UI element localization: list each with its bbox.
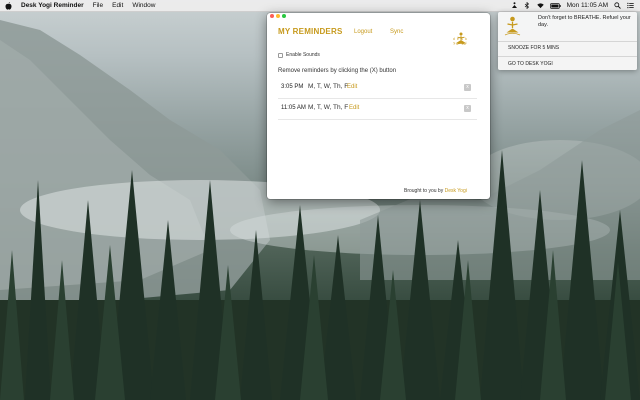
battery-icon[interactable]: [549, 2, 561, 9]
desk-yogi-menubar-icon[interactable]: [511, 2, 518, 9]
close-icon: x: [466, 84, 469, 90]
instruction-text: Remove reminders by clicking the (X) but…: [278, 68, 397, 74]
reminder-row: 11:05 AM M, T, W, Th, F Edit x: [278, 100, 477, 120]
notification-divider: [498, 41, 637, 42]
logout-link[interactable]: Logout: [354, 29, 372, 35]
sync-link[interactable]: Sync: [390, 29, 403, 35]
bluetooth-icon[interactable]: [524, 2, 531, 9]
logo-text: desk yogi: [452, 37, 470, 45]
reminder-days: M, T, W, Th, F: [308, 104, 349, 111]
notification-divider: [498, 56, 637, 57]
page-title: MY REMINDERS: [278, 27, 343, 36]
close-window-button[interactable]: [270, 14, 274, 18]
notification-banner[interactable]: Don't forget to BREATHE. Refuel your day…: [498, 12, 637, 70]
credit-line: Brought to you by Desk Yogi: [404, 188, 467, 194]
credit-prefix: Brought to you by: [404, 188, 444, 194]
menu-app-name[interactable]: Desk Yogi Reminder: [21, 2, 84, 9]
reminder-days: M, T, W, Th, F: [308, 83, 349, 90]
zoom-window-button[interactable]: [282, 14, 286, 18]
notification-message: Don't forget to BREATHE. Refuel your day…: [538, 15, 631, 28]
menu-bar-status-area: Mon 11:05 AM: [511, 2, 634, 9]
notification-center-icon[interactable]: [627, 2, 634, 9]
search-icon[interactable]: [614, 2, 621, 9]
minimize-window-button[interactable]: [276, 14, 280, 18]
enable-sounds-row[interactable]: Enable Sounds: [278, 52, 320, 58]
enable-sounds-label[interactable]: Enable Sounds: [286, 52, 320, 58]
window-titlebar[interactable]: [267, 13, 490, 19]
apple-icon[interactable]: [5, 1, 13, 10]
menubar-clock[interactable]: Mon 11:05 AM: [567, 2, 608, 9]
remove-reminder-button[interactable]: x: [464, 105, 471, 112]
remove-reminder-button[interactable]: x: [464, 84, 471, 91]
enable-sounds-checkbox[interactable]: [278, 52, 283, 58]
menu-file[interactable]: File: [93, 2, 103, 9]
snooze-button[interactable]: SNOOZE FOR 5 MINS: [508, 45, 559, 51]
reminder-row: 3:05 PM M, T, W, Th, F Edit x: [278, 79, 477, 99]
close-icon: x: [466, 105, 469, 111]
reminders-window: MY REMINDERS Logout Sync desk yogi Enabl…: [267, 13, 490, 199]
menu-bar: Desk Yogi Reminder File Edit Window Mon …: [0, 0, 640, 12]
reminder-edit-link[interactable]: Edit: [349, 105, 359, 111]
desk-yogi-logo-icon: [504, 16, 521, 36]
reminder-time: 3:05 PM: [281, 84, 304, 90]
reminder-time: 11:05 AM: [281, 105, 306, 111]
reminder-edit-link[interactable]: Edit: [347, 84, 357, 90]
desk-yogi-link[interactable]: Desk Yogi: [445, 188, 467, 194]
menu-edit[interactable]: Edit: [112, 2, 123, 9]
go-to-desk-yogi-button[interactable]: GO TO DESK YOGI: [508, 61, 553, 67]
menu-window[interactable]: Window: [132, 2, 155, 9]
wifi-icon[interactable]: [536, 2, 544, 9]
notification-app-icon: [501, 15, 524, 38]
desk-yogi-logo: desk yogi: [448, 32, 474, 46]
